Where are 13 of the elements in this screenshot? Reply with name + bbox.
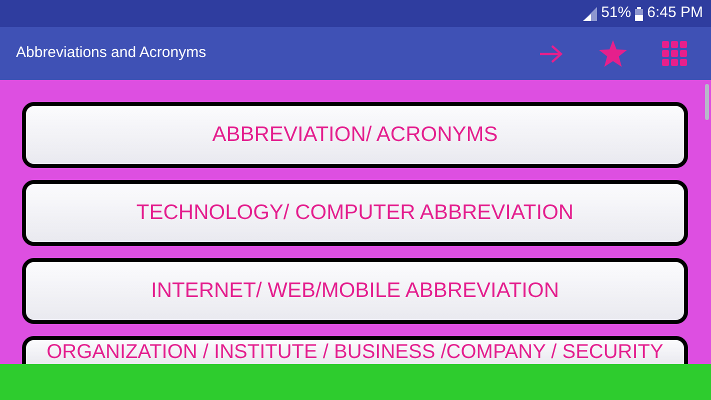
category-button[interactable]: ORGANIZATION / INSTITUTE / BUSINESS /COMPANY / SECURITY (22, 336, 688, 364)
scrollbar (705, 84, 709, 120)
category-button[interactable]: INTERNET/ WEB/MOBILE ABBREVIATION (22, 258, 688, 324)
signal-icon (583, 6, 598, 20)
category-button[interactable]: TECHNOLOGY/ COMPUTER ABBREVIATION (22, 180, 688, 246)
battery-icon (635, 6, 644, 20)
star-icon (599, 40, 627, 67)
grid-icon (662, 40, 688, 66)
battery-percentage: 51% (601, 3, 632, 24)
app-title: Abbreviations and Acronyms (16, 43, 208, 64)
clock-time: 6:45 PM (647, 3, 703, 24)
category-button[interactable]: ABBREVIATION/ ACRONYMS (22, 102, 688, 168)
arrow-icon (539, 44, 563, 64)
